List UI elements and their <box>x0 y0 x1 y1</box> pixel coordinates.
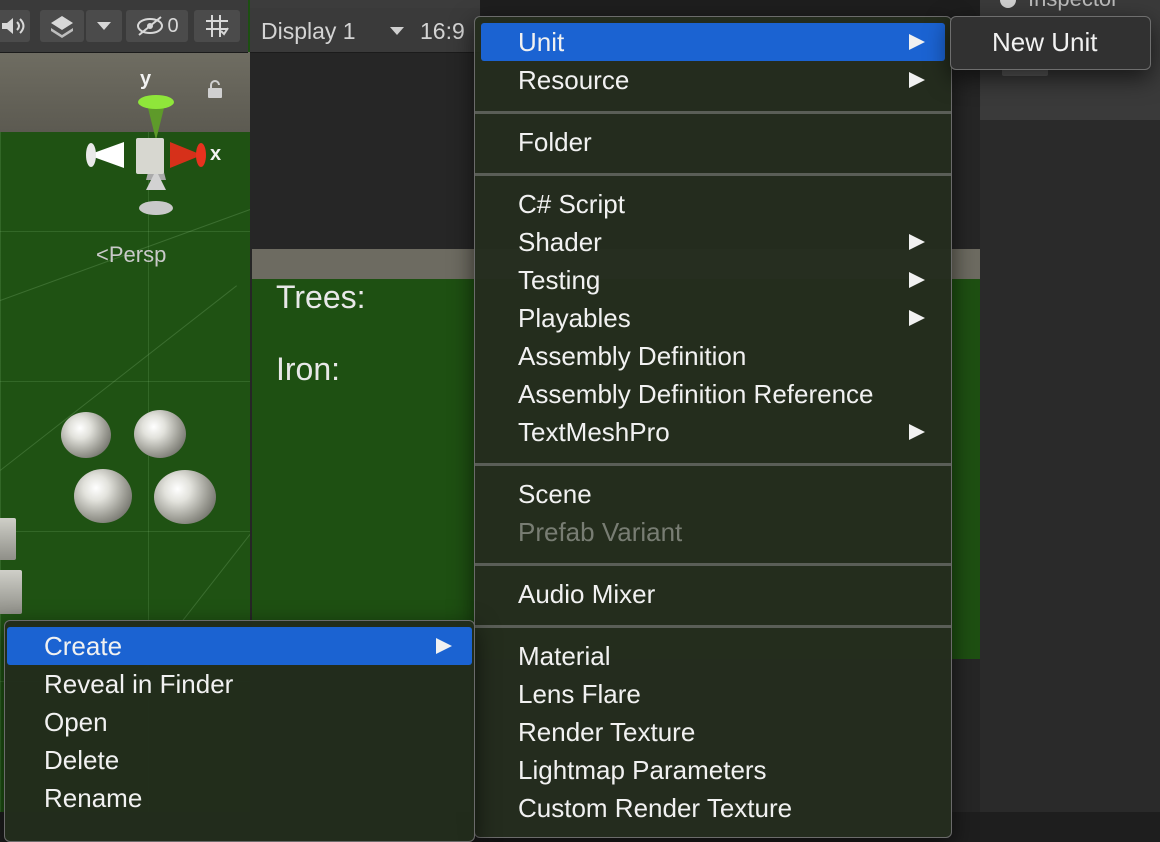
menu-item-rename[interactable]: Rename <box>7 779 472 817</box>
submenu-arrow-icon <box>909 272 925 288</box>
cube-object[interactable] <box>0 518 16 560</box>
submenu-arrow-icon <box>436 638 452 654</box>
menu-item-textmeshpro[interactable]: TextMeshPro <box>481 413 945 451</box>
menu-item-assembly-definition[interactable]: Assembly Definition <box>481 337 945 375</box>
menu-item-lens-flare[interactable]: Lens Flare <box>481 675 945 713</box>
grid-toggle-button[interactable] <box>194 10 240 42</box>
scene-toolbar: 0 <box>0 0 248 53</box>
menu-item-delete[interactable]: Delete <box>7 741 472 779</box>
submenu-arrow-icon <box>909 72 925 88</box>
menu-separator <box>475 563 951 566</box>
menu-item-open[interactable]: Open <box>7 703 472 741</box>
chevron-down-icon[interactable] <box>389 26 405 36</box>
layers-icon <box>51 16 73 38</box>
menu-item-label: Scene <box>518 478 592 509</box>
menu-separator <box>475 173 951 176</box>
menu-item-label: Unit <box>518 26 565 57</box>
menu-item-material[interactable]: Material <box>481 637 945 675</box>
display-dropdown[interactable]: Display 1 <box>261 18 356 45</box>
unit-submenu: New Unit <box>950 16 1151 70</box>
menu-item-label: TextMeshPro <box>518 416 670 447</box>
persp-toggle[interactable]: <Persp <box>96 242 166 268</box>
submenu-arrow-icon <box>909 310 925 326</box>
menu-item-label: Shader <box>518 226 602 257</box>
chevron-down-icon <box>97 22 111 30</box>
menu-item-label: Custom Render Texture <box>518 792 793 823</box>
sphere-object[interactable] <box>154 470 216 524</box>
submenu-arrow-icon <box>909 34 925 50</box>
menu-item-label: Folder <box>518 126 592 157</box>
menu-item-label: Playables <box>518 302 631 333</box>
menu-item-label: Lightmap Parameters <box>518 754 767 785</box>
menu-item-create[interactable]: Create <box>7 627 472 665</box>
aspect-ratio-dropdown[interactable]: 16:9 <box>420 18 465 45</box>
menu-item-new-unit[interactable]: New Unit <box>955 23 1146 61</box>
menu-item-label: Delete <box>44 744 120 775</box>
speaker-icon <box>2 18 25 34</box>
gizmo-layers-button[interactable] <box>40 10 84 42</box>
orientation-gizmo[interactable] <box>84 70 224 220</box>
trees-label: Trees: <box>276 279 366 315</box>
submenu-arrow-icon <box>909 424 925 440</box>
create-submenu: Unit Resource Folder C# Script Shader Te… <box>474 16 952 838</box>
menu-item-audio-mixer[interactable]: Audio Mixer <box>481 575 945 613</box>
grid-icon <box>206 15 229 37</box>
visibility-count: 0 <box>167 14 179 37</box>
menu-item-label: New Unit <box>992 26 1098 57</box>
cube-object[interactable] <box>0 570 22 614</box>
menu-separator <box>475 463 951 466</box>
menu-item-label: Assembly Definition Reference <box>518 378 874 409</box>
eye-hidden-icon <box>137 16 164 36</box>
menu-item-custom-render-texture[interactable]: Custom Render Texture <box>481 789 945 827</box>
menu-item-csharp-script[interactable]: C# Script <box>481 185 945 223</box>
menu-item-label: Render Texture <box>518 716 696 747</box>
menu-item-prefab-variant: Prefab Variant <box>481 513 945 551</box>
menu-item-render-texture[interactable]: Render Texture <box>481 713 945 751</box>
menu-item-label: Rename <box>44 782 143 813</box>
menu-item-label: Assembly Definition <box>518 340 747 371</box>
menu-item-playables[interactable]: Playables <box>481 299 945 337</box>
persp-label: Persp <box>108 242 167 267</box>
game-toolbar: Display 1 16:9 <box>250 8 480 53</box>
gizmo-dropdown-button[interactable] <box>86 10 122 42</box>
menu-item-assembly-definition-reference[interactable]: Assembly Definition Reference <box>481 375 945 413</box>
axis-y-label: y <box>140 68 152 90</box>
menu-item-lightmap-parameters[interactable]: Lightmap Parameters <box>481 751 945 789</box>
menu-item-label: Reveal in Finder <box>44 668 234 699</box>
menu-item-label: Lens Flare <box>518 678 641 709</box>
menu-item-reveal-in-finder[interactable]: Reveal in Finder <box>7 665 472 703</box>
menu-item-folder[interactable]: Folder <box>481 123 945 161</box>
menu-item-testing[interactable]: Testing <box>481 261 945 299</box>
inspector-panel: Inspector <box>980 0 1160 812</box>
menu-item-label: Material <box>518 640 611 671</box>
inspector-title[interactable]: Inspector <box>1028 0 1119 12</box>
menu-item-label: Audio Mixer <box>518 578 656 609</box>
persp-arrow-icon: < <box>96 242 109 267</box>
audio-toggle-button[interactable] <box>0 10 30 42</box>
lock-icon[interactable] <box>207 80 223 98</box>
iron-label: Iron: <box>276 351 341 387</box>
sphere-object[interactable] <box>74 469 132 523</box>
menu-separator <box>475 625 951 628</box>
submenu-arrow-icon <box>909 234 925 250</box>
sphere-object[interactable] <box>61 412 111 458</box>
menu-item-shader[interactable]: Shader <box>481 223 945 261</box>
axis-x-label: x <box>210 143 222 165</box>
menu-item-label: Resource <box>518 64 630 95</box>
menu-item-label: Create <box>44 630 123 661</box>
menu-item-label: C# Script <box>518 188 625 219</box>
menu-item-label: Testing <box>518 264 601 295</box>
menu-separator <box>475 111 951 114</box>
game-tab-bar <box>250 0 480 8</box>
menu-item-label: Open <box>44 706 108 737</box>
menu-item-unit[interactable]: Unit <box>481 23 945 61</box>
project-context-menu: Create Reveal in Finder Open Delete Rena… <box>4 620 475 842</box>
menu-item-scene[interactable]: Scene <box>481 475 945 513</box>
sphere-object[interactable] <box>134 410 186 458</box>
menu-item-resource[interactable]: Resource <box>481 61 945 99</box>
visibility-toggle-button[interactable]: 0 <box>126 10 188 42</box>
menu-item-label: Prefab Variant <box>518 516 683 547</box>
